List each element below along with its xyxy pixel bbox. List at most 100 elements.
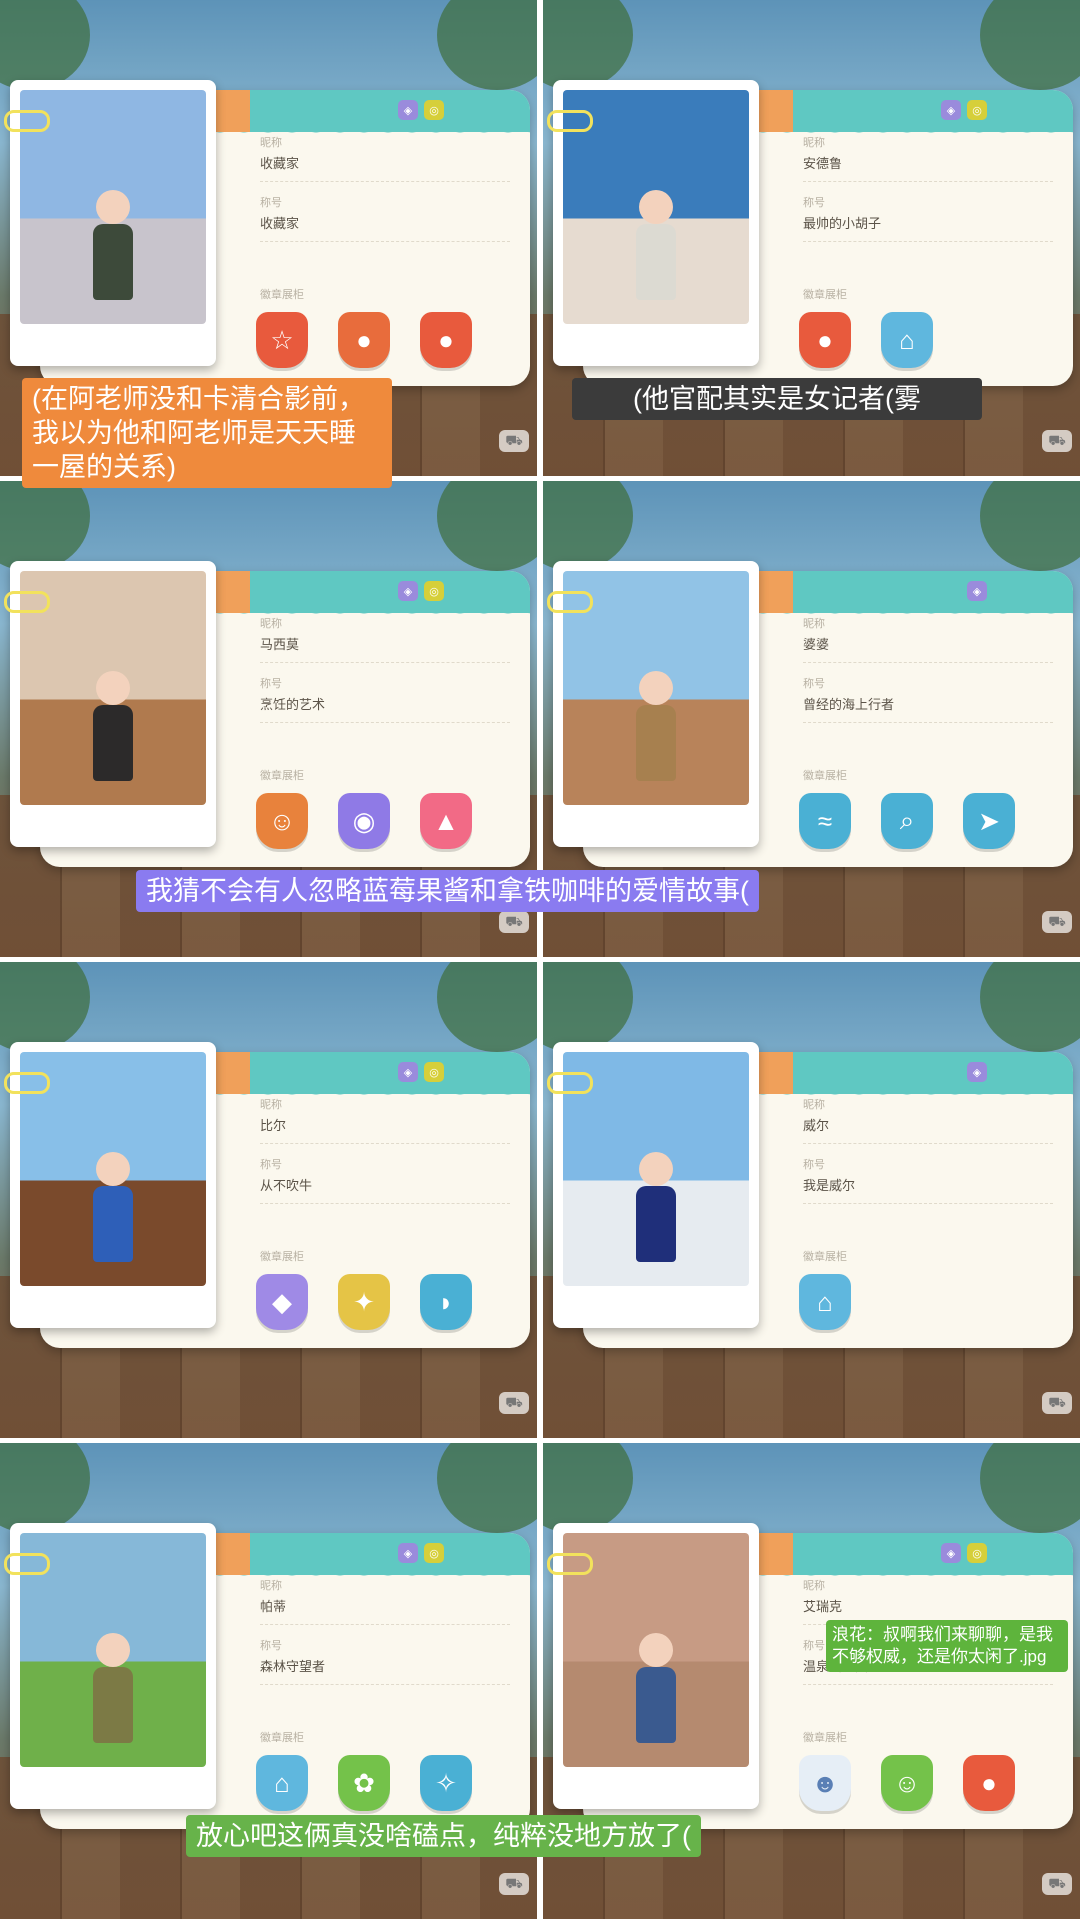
header-badge-icons: ◈ <box>967 1062 987 1082</box>
badge-cabinet-label: 徽章展柜 <box>260 289 304 301</box>
title-label: 称号 <box>260 197 282 209</box>
title-value: 最帅的小胡子 <box>803 213 1053 242</box>
car-icon[interactable]: ⛟ <box>499 1873 529 1895</box>
polaroid-photo[interactable] <box>547 561 759 847</box>
yellow-badge-icon[interactable]: ◎ <box>967 100 987 120</box>
character-body <box>93 1667 133 1743</box>
title-value: 森林守望者 <box>260 1656 510 1685</box>
background-tree <box>0 1443 90 1533</box>
yellow-badge-icon[interactable]: ◎ <box>424 1543 444 1563</box>
bird-badge-icon[interactable]: ✧ <box>420 1755 472 1811</box>
caption-no-ship: 放心吧这俩真没啥磕点，纯粹没地方放了( <box>186 1815 701 1857</box>
car-icon[interactable]: ⛟ <box>1042 911 1072 933</box>
house-badge-icon[interactable]: ⌂ <box>881 312 933 368</box>
purple-badge-icon[interactable]: ◈ <box>967 581 987 601</box>
badge-cabinet: ● ⌂ <box>799 312 933 368</box>
car-icon[interactable]: ⛟ <box>1042 430 1072 452</box>
title-label: 称号 <box>803 1159 825 1171</box>
badge-cabinet: ☻ ☺ ● <box>799 1755 1015 1811</box>
character-figure <box>93 1152 133 1262</box>
title-value: 曾经的海上行者 <box>803 694 1053 723</box>
car-icon[interactable]: ⛟ <box>1042 1873 1072 1895</box>
house-badge-icon[interactable]: ⌂ <box>256 1755 308 1811</box>
coin-badge-icon[interactable]: ● <box>799 312 851 368</box>
badge-cabinet: ⌂ ✿ ✧ <box>256 1755 472 1811</box>
background-tree <box>980 0 1080 90</box>
polaroid-photo[interactable] <box>547 1042 759 1328</box>
coin-badge-icon[interactable]: ● <box>420 312 472 368</box>
character-figure <box>636 190 676 300</box>
fish-badge-icon[interactable]: ➤ <box>963 793 1015 849</box>
house-badge-icon[interactable]: ⌂ <box>799 1274 851 1330</box>
car-icon[interactable]: ⛟ <box>499 1392 529 1414</box>
polaroid-photo[interactable] <box>4 1042 216 1328</box>
nickname-value: 婆婆 <box>803 634 1053 663</box>
guide-badge-icon[interactable]: ☺ <box>881 1755 933 1811</box>
shrimp-badge-icon[interactable]: ≈ <box>799 793 851 849</box>
character-figure <box>93 671 133 781</box>
yellow-badge-icon[interactable]: ◎ <box>967 1543 987 1563</box>
chef-badge-icon[interactable]: ☺ <box>256 793 308 849</box>
yellow-badge-icon[interactable]: ◎ <box>424 581 444 601</box>
paper-clip-icon <box>547 1072 593 1094</box>
header-badge-icons: ◈ ◎ <box>941 1543 987 1563</box>
badge-cabinet-label: 徽章展柜 <box>803 289 847 301</box>
cake-badge-icon[interactable]: ▲ <box>420 793 472 849</box>
people-badge-icon[interactable]: ☻ <box>799 1755 851 1811</box>
nickname-value: 帕蒂 <box>260 1596 510 1625</box>
profile-fields: 昵称 收藏家 称号 收藏家 <box>260 122 510 242</box>
nickname-label: 昵称 <box>803 137 825 149</box>
background-tree <box>0 0 90 90</box>
pancake-badge-icon[interactable]: ◉ <box>338 793 390 849</box>
polaroid-photo[interactable] <box>4 80 216 366</box>
profile-fields: 昵称 比尔 称号 从不吹牛 <box>260 1084 510 1204</box>
butterfly-badge-icon[interactable]: ✿ <box>338 1755 390 1811</box>
purple-badge-icon[interactable]: ◈ <box>941 100 961 120</box>
background-tree <box>980 962 1080 1052</box>
polaroid-photo[interactable] <box>4 561 216 847</box>
purple-badge-icon[interactable]: ◈ <box>398 1062 418 1082</box>
badge-cabinet: ☺ ◉ ▲ <box>256 793 472 849</box>
badge-cabinet-label: 徽章展柜 <box>803 1251 847 1263</box>
title-value: 收藏家 <box>260 213 510 242</box>
nickname-label: 昵称 <box>260 137 282 149</box>
character-body <box>636 705 676 781</box>
car-icon[interactable]: ⛟ <box>499 911 529 933</box>
purple-badge-icon[interactable]: ◈ <box>398 581 418 601</box>
background-tree <box>0 962 90 1052</box>
yellow-badge-icon[interactable]: ◎ <box>424 100 444 120</box>
whale-badge-icon[interactable]: ◗ <box>420 1274 472 1330</box>
purple-badge-icon[interactable]: ◈ <box>398 1543 418 1563</box>
character-head <box>639 190 673 224</box>
nickname-label: 昵称 <box>260 1099 282 1111</box>
yellow-badge-icon[interactable]: ◎ <box>424 1062 444 1082</box>
background-tree <box>980 481 1080 571</box>
coin-badge-icon[interactable]: ● <box>338 312 390 368</box>
character-head <box>639 1633 673 1667</box>
background-tree <box>437 1443 537 1533</box>
character-head <box>639 671 673 705</box>
character-body <box>636 1667 676 1743</box>
fish-search-badge-icon[interactable]: ⌕ <box>881 793 933 849</box>
character-figure <box>636 671 676 781</box>
badge-cabinet-label: 徽章展柜 <box>260 1732 304 1744</box>
paper-clip-icon <box>4 1072 50 1094</box>
polaroid-photo[interactable] <box>4 1523 216 1809</box>
header-badge-icons: ◈ ◎ <box>398 100 444 120</box>
car-icon[interactable]: ⛟ <box>1042 1392 1072 1414</box>
character-body <box>93 705 133 781</box>
purple-badge-icon[interactable]: ◈ <box>941 1543 961 1563</box>
purple-badge-icon[interactable]: ◈ <box>398 100 418 120</box>
purple-badge-icon[interactable]: ◈ <box>967 1062 987 1082</box>
character-body <box>93 224 133 300</box>
car-icon[interactable]: ⛟ <box>499 430 529 452</box>
nickname-value: 马西莫 <box>260 634 510 663</box>
polaroid-photo[interactable] <box>547 1523 759 1809</box>
polaroid-photo[interactable] <box>547 80 759 366</box>
star-badge-icon[interactable]: ☆ <box>256 312 308 368</box>
tuna-badge-icon[interactable]: ◆ <box>256 1274 308 1330</box>
wheat-badge-icon[interactable]: ✦ <box>338 1274 390 1330</box>
title-label: 称号 <box>803 197 825 209</box>
coin-badge-icon[interactable]: ● <box>963 1755 1015 1811</box>
background-tree <box>543 1443 633 1533</box>
